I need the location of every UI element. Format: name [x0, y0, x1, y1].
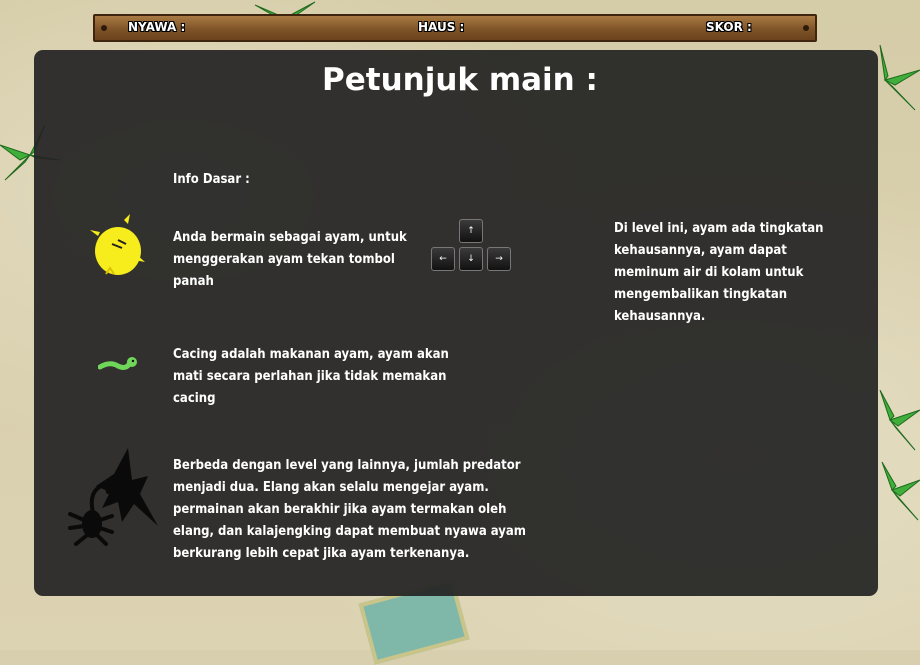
hud-bar: NYAWA : HAUS : SKOR :: [93, 14, 817, 42]
bolt-icon: [101, 25, 107, 31]
chicken-icon: [90, 214, 145, 275]
lives-label: NYAWA :: [128, 20, 186, 34]
thirst-instruction: Di level ini, ayam ada tingkatan kehausa…: [614, 221, 824, 324]
arrow-left-key: ←: [431, 247, 455, 271]
bolt-icon: [803, 25, 809, 31]
chicken-instruction: Anda bermain sebagai ayam, untuk mengger…: [173, 230, 407, 289]
worm-icon: [98, 357, 137, 370]
arrow-up-key: ↑: [459, 219, 483, 243]
predator-instruction: Berbeda dengan level yang lainnya, jumla…: [173, 458, 526, 561]
page-title: Petunjuk main :: [322, 62, 598, 98]
arrow-right-key: →: [487, 247, 511, 271]
worm-instruction: Cacing adalah makanan ayam, ayam akan ma…: [173, 347, 449, 406]
arrow-down-key: ↓: [459, 247, 483, 271]
score-label: SKOR :: [706, 20, 752, 34]
thirst-label: HAUS :: [418, 20, 465, 34]
scorpion-icon: [68, 483, 114, 546]
basic-info-label: Info Dasar :: [173, 172, 250, 187]
